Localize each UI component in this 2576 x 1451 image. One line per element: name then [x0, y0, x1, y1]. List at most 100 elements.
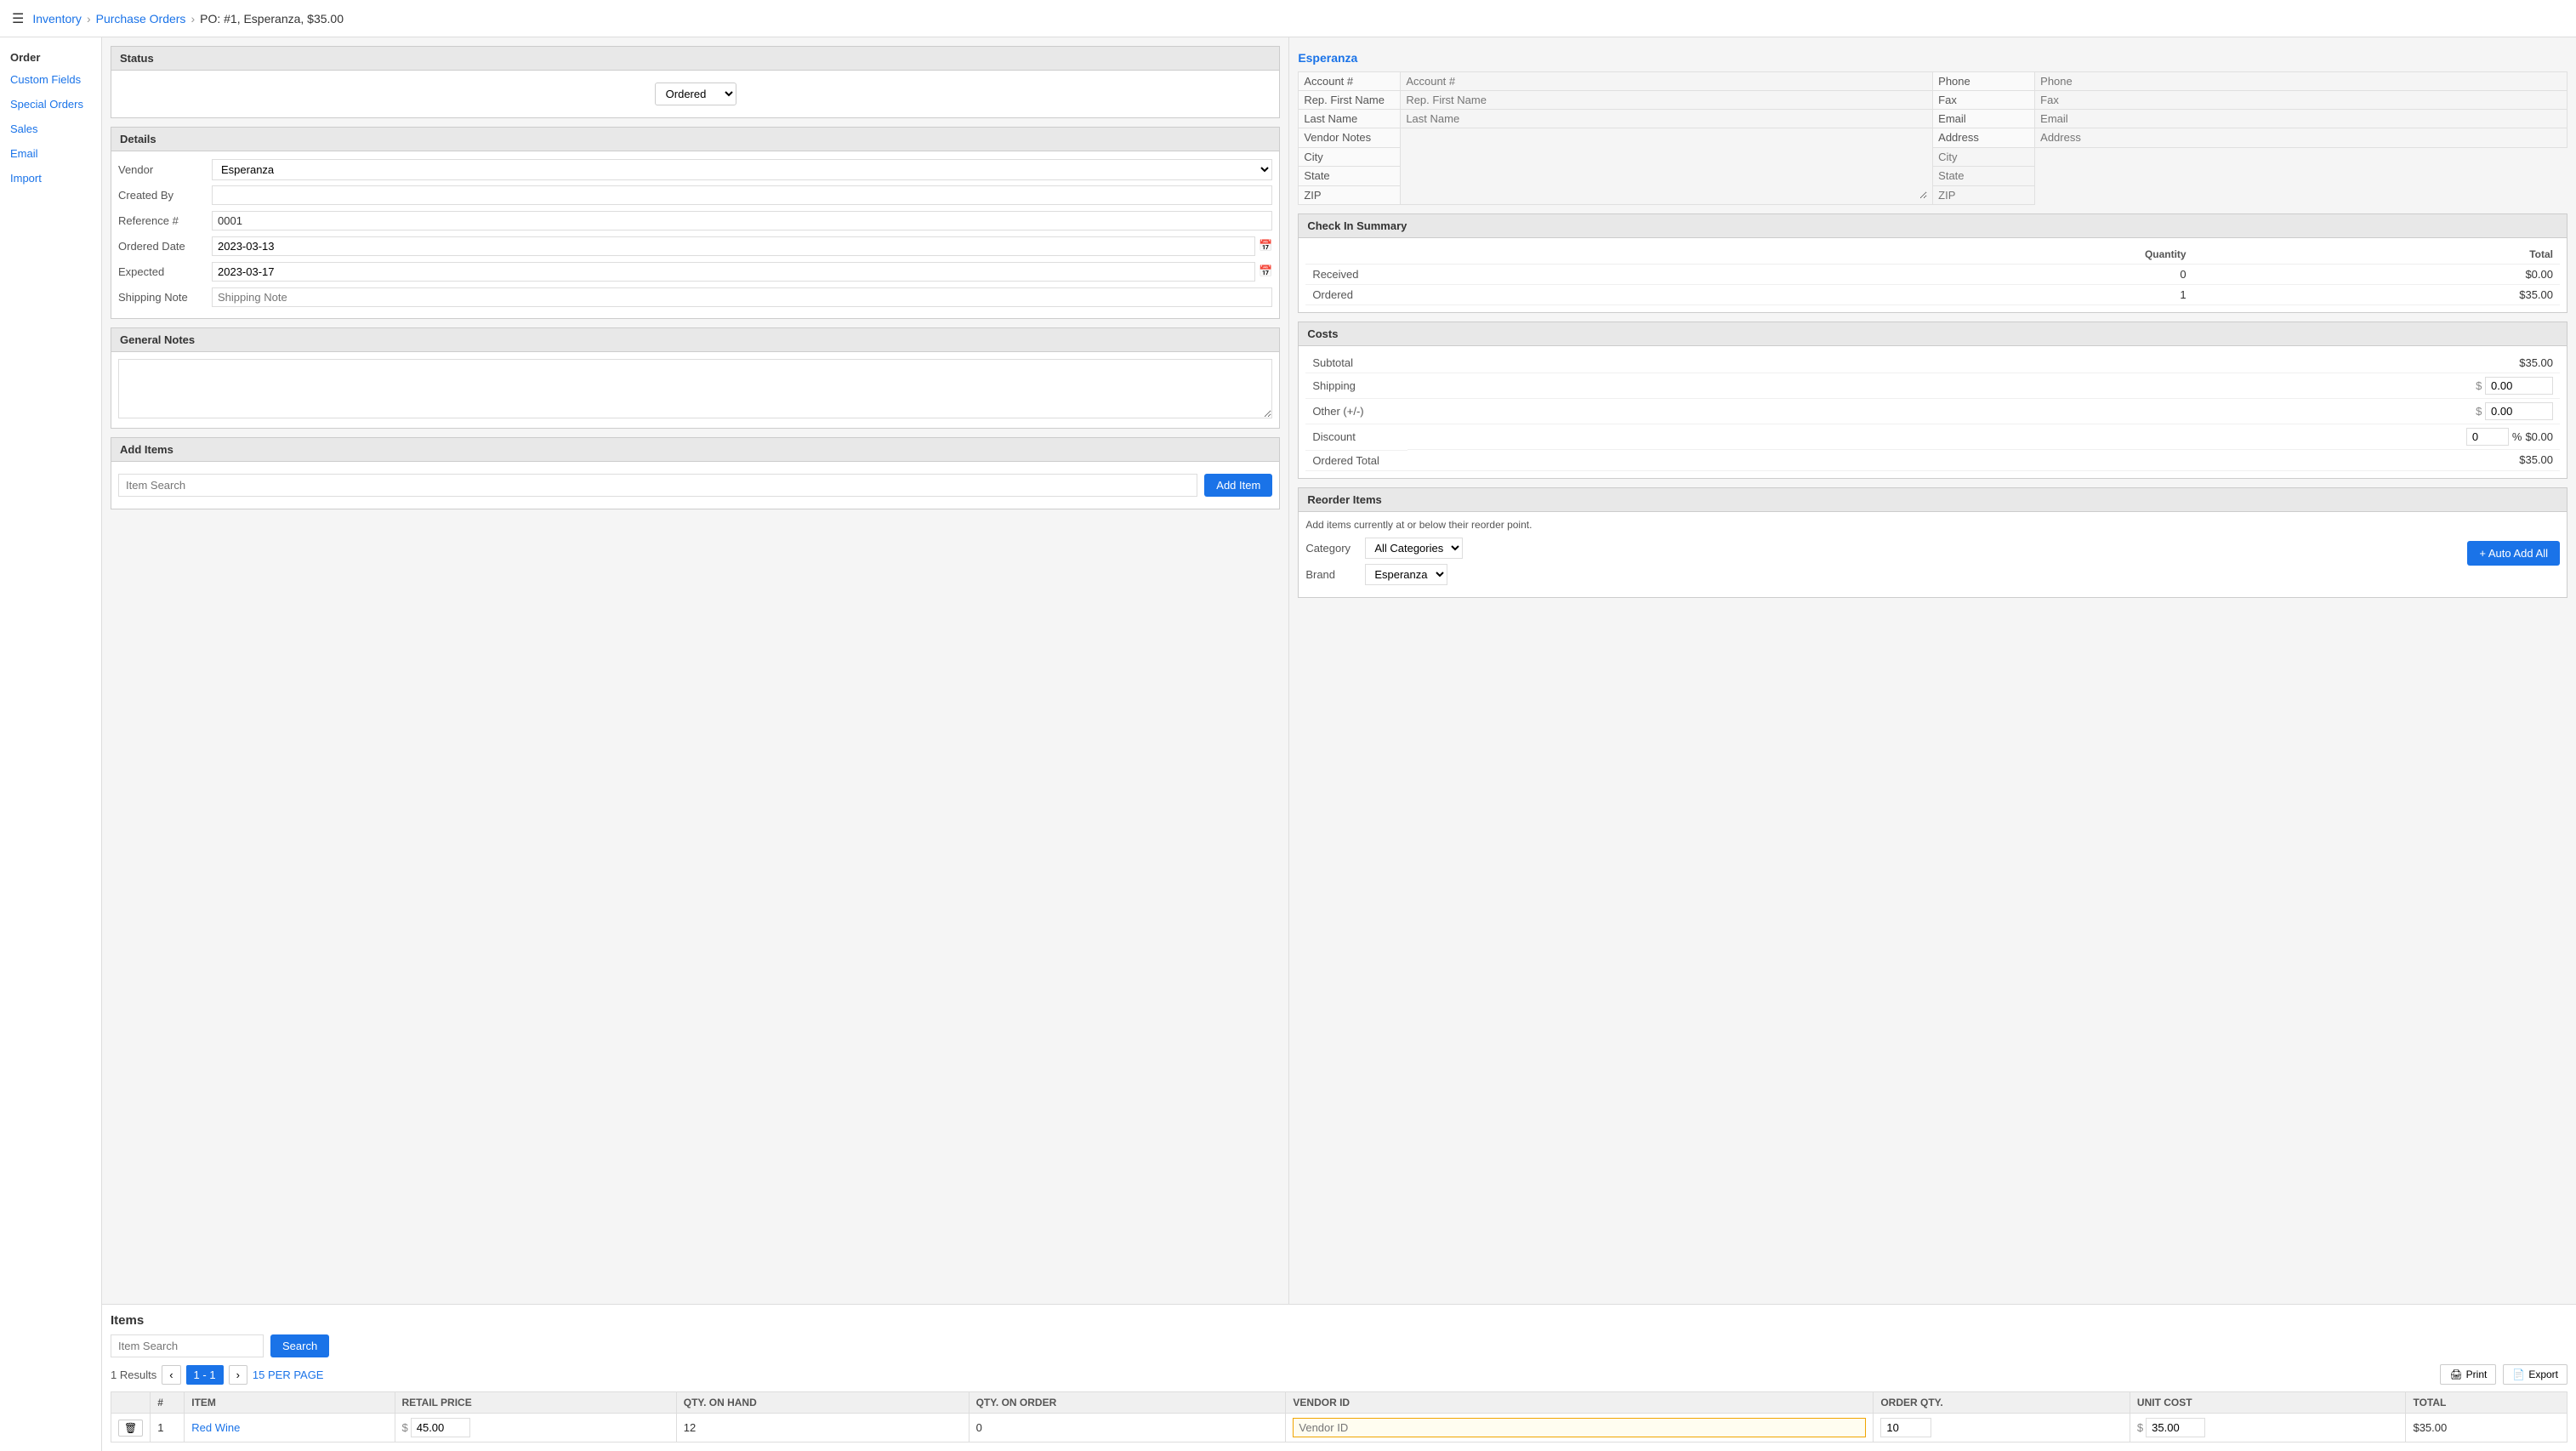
costs-other-cell: $: [1407, 399, 2560, 424]
check-in-summary-header: Check In Summary: [1298, 213, 2567, 238]
menu-icon[interactable]: ☰: [12, 10, 24, 27]
sidebar-item-import[interactable]: Import: [0, 166, 101, 191]
page-current-button[interactable]: 1 - 1: [186, 1365, 224, 1385]
summary-ordered-total: $35.00: [2193, 285, 2560, 305]
results-count: 1 Results: [111, 1368, 156, 1381]
ordered-date-label: Ordered Date: [118, 240, 212, 253]
lastname-input[interactable]: [1406, 112, 1927, 125]
add-items-search-input[interactable]: [118, 474, 1197, 497]
ordered-date-row: Ordered Date 📅: [118, 235, 1272, 257]
state-input[interactable]: [1938, 169, 2029, 182]
sidebar-item-special-orders[interactable]: Special Orders: [0, 92, 101, 117]
vendor-notes-textarea[interactable]: [1406, 131, 1927, 199]
city-value: [1933, 147, 2035, 167]
account-input[interactable]: [1406, 75, 1927, 88]
fax-input[interactable]: [2040, 94, 2562, 106]
vendor-notes-row: Vendor Notes Address: [1299, 128, 2567, 148]
shipping-input[interactable]: [2485, 377, 2553, 395]
item-name-link[interactable]: Red Wine: [191, 1421, 240, 1434]
costs-discount-row: Discount % $0.00: [1305, 424, 2560, 451]
discount-percent-input[interactable]: [2466, 428, 2509, 446]
ordered-date-calendar-icon[interactable]: 📅: [1259, 239, 1272, 253]
sidebar: Order Custom Fields Special Orders Sales…: [0, 37, 102, 1451]
per-page-link[interactable]: 15 PER PAGE: [253, 1368, 324, 1381]
ordered-date-input[interactable]: [212, 236, 1255, 256]
add-items-body: Add Item: [111, 462, 1280, 509]
col-unit-cost: UNIT COST: [2130, 1392, 2406, 1414]
costs-ordered-total-value: $35.00: [1407, 450, 2560, 470]
zip-input[interactable]: [1938, 189, 2029, 202]
reference-input[interactable]: [212, 211, 1272, 230]
prev-page-button[interactable]: ‹: [162, 1365, 180, 1385]
items-search-input[interactable]: [111, 1334, 264, 1357]
app-body: Order Custom Fields Special Orders Sales…: [0, 37, 2576, 1451]
col-order-qty: ORDER QTY.: [1874, 1392, 2130, 1414]
row-num-cell: 1: [151, 1414, 185, 1442]
state-label: State: [1299, 167, 1401, 186]
vendor-name-header: Esperanza: [1298, 46, 2567, 71]
reference-row: Reference #: [118, 209, 1272, 231]
other-input[interactable]: [2485, 402, 2553, 420]
row-delete-cell: 🗑: [111, 1414, 151, 1442]
pagination-left: 1 Results ‹ 1 - 1 › 15 PER PAGE: [111, 1365, 323, 1385]
reorder-brand-label: Brand: [1305, 568, 1365, 581]
email-input[interactable]: [2040, 112, 2562, 125]
export-button[interactable]: 📄 Export: [2503, 1364, 2567, 1385]
summary-header-row: Quantity Total: [1305, 245, 2560, 265]
expected-input[interactable]: [212, 262, 1255, 282]
general-notes-textarea[interactable]: [118, 359, 1272, 418]
vendor-account-row: Account # Phone: [1299, 72, 2567, 91]
summary-received-qty: 0: [1767, 265, 2192, 285]
reorder-brand-select[interactable]: Esperanza: [1365, 564, 1447, 585]
email-value: [2035, 110, 2567, 128]
status-select[interactable]: Ordered Received Cancelled: [655, 83, 736, 105]
costs-other-label: Other (+/-): [1305, 399, 1407, 424]
address-input[interactable]: [2040, 131, 2562, 144]
add-item-button[interactable]: Add Item: [1204, 474, 1272, 497]
row-delete-button[interactable]: 🗑: [118, 1420, 143, 1437]
discount-value: $0.00: [2525, 430, 2553, 443]
row-unit-cost-cell: $: [2130, 1414, 2406, 1442]
items-table: # ITEM RETAIL PRICE QTY. ON HAND QTY. ON…: [111, 1391, 2567, 1442]
phone-label: Phone: [1933, 72, 2035, 91]
unit-cost-input[interactable]: [2146, 1418, 2205, 1437]
vendor-row: Vendor Esperanza: [118, 158, 1272, 180]
sidebar-item-sales[interactable]: Sales: [0, 117, 101, 141]
costs-subtotal-row: Subtotal $35.00: [1305, 353, 2560, 373]
expected-calendar-icon[interactable]: 📅: [1259, 265, 1272, 278]
auto-add-all-button[interactable]: + Auto Add All: [2467, 541, 2560, 566]
col-num: #: [151, 1392, 185, 1414]
repfirst-value: [1401, 91, 1933, 110]
retail-price-input[interactable]: [411, 1418, 470, 1437]
sidebar-item-email[interactable]: Email: [0, 141, 101, 166]
repfirst-input[interactable]: [1406, 94, 1927, 106]
items-search-button[interactable]: Search: [270, 1334, 329, 1357]
vendor-id-input[interactable]: [1293, 1418, 1866, 1437]
shipping-note-label: Shipping Note: [118, 291, 212, 304]
col-qty-on-hand: QTY. ON HAND: [676, 1392, 969, 1414]
next-page-button[interactable]: ›: [229, 1365, 247, 1385]
row-order-qty-cell: [1874, 1414, 2130, 1442]
breadcrumb-purchase-orders[interactable]: Purchase Orders: [96, 12, 186, 26]
add-items-row: Add Item: [118, 469, 1272, 502]
city-input[interactable]: [1938, 151, 2029, 163]
vendor-repfirst-row: Rep. First Name Fax: [1299, 91, 2567, 110]
sidebar-item-custom-fields[interactable]: Custom Fields: [0, 67, 101, 92]
print-button[interactable]: 🖨 Print: [2440, 1364, 2496, 1385]
address-value: [2035, 128, 2567, 148]
order-qty-input[interactable]: [1880, 1418, 1931, 1437]
costs-discount-label: Discount: [1305, 424, 1407, 451]
phone-input[interactable]: [2040, 75, 2562, 88]
reorder-category-select[interactable]: All Categories: [1365, 538, 1463, 559]
reorder-inner: Category All Categories Brand Esperanza: [1305, 538, 2560, 590]
shipping-note-input[interactable]: [212, 287, 1272, 307]
created-by-input[interactable]: [212, 185, 1272, 205]
costs-subtotal-label: Subtotal: [1305, 353, 1407, 373]
details-section-header: Details: [111, 127, 1280, 151]
costs-table: Subtotal $35.00 Shipping $: [1305, 353, 2560, 471]
vendor-select[interactable]: Esperanza: [212, 159, 1272, 180]
pagination-right: 🖨 Print 📄 Export: [2440, 1364, 2567, 1385]
main-content: Status Ordered Received Cancelled Detail…: [102, 37, 2576, 1451]
row-qty-on-hand-cell: 12: [676, 1414, 969, 1442]
breadcrumb-inventory[interactable]: Inventory: [32, 12, 82, 26]
